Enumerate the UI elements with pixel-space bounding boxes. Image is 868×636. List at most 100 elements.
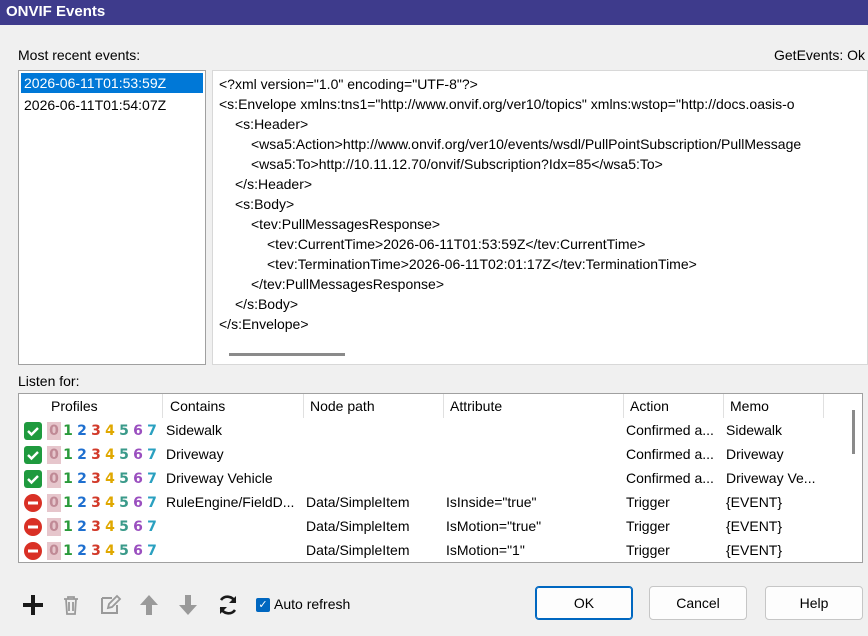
xml-line: <wsa5:Action>http://www.onvif.org/ver10/… [251,136,802,152]
profile-digit[interactable]: 6 [131,494,145,512]
profile-digit[interactable]: 3 [89,494,103,512]
cell-action: Trigger [626,518,670,534]
profile-digit[interactable]: 7 [145,470,159,488]
profile-digit[interactable]: 0 [47,542,61,560]
profile-digit[interactable]: 6 [131,422,145,440]
profile-digit[interactable]: 0 [47,518,61,536]
profile-digit[interactable]: 5 [117,470,131,488]
profile-digit[interactable]: 0 [47,470,61,488]
status-text: GetEvents: Ok [774,47,866,63]
column-header-attribute[interactable]: Attribute [444,394,624,418]
stop-icon[interactable] [24,518,42,536]
vertical-scrollbar[interactable] [852,410,855,454]
table-row[interactable]: 0 1 2 3 4 5 6 7 RuleEngine/FieldD... Data/SimpleI… [19,490,849,514]
profile-digit[interactable]: 3 [89,422,103,440]
delete-button[interactable] [56,590,86,620]
profile-digit[interactable]: 1 [61,446,75,464]
table-row[interactable]: 0 1 2 3 4 5 6 7 Data/SimpleItem IsMotion="1" Trigg… [19,538,849,562]
profile-digit[interactable]: 6 [131,470,145,488]
profile-digit[interactable]: 3 [89,542,103,560]
profile-digit[interactable]: 4 [103,422,117,440]
profile-digit[interactable]: 2 [75,494,89,512]
profile-digit[interactable]: 3 [89,446,103,464]
move-up-button[interactable] [134,590,164,620]
move-down-button[interactable] [173,590,203,620]
profile-digit[interactable]: 3 [89,518,103,536]
column-header-action[interactable]: Action [624,394,724,418]
event-list-item[interactable]: 2026-06-11T01:54:07Z [21,95,203,115]
cell-node-path [306,442,442,466]
profile-digits[interactable]: 01234567 [47,542,159,560]
ok-button[interactable]: OK [535,586,633,620]
profile-digit[interactable]: 2 [75,422,89,440]
profile-digit[interactable]: 0 [47,446,61,464]
profile-digit[interactable]: 5 [117,542,131,560]
profile-digits[interactable]: 01234567 [47,446,159,464]
listen-table[interactable]: Profiles Contains Node path Attribute Ac… [18,393,863,563]
profile-digit[interactable]: 7 [145,446,159,464]
event-list-item[interactable]: 2026-06-11T01:53:59Z [21,73,203,93]
profile-digit[interactable]: 6 [131,518,145,536]
cell-node-path [306,466,442,490]
column-header-contains[interactable]: Contains [164,394,304,418]
profile-digit[interactable]: 2 [75,518,89,536]
add-button[interactable] [18,590,48,620]
listen-for-label: Listen for: [18,373,80,389]
help-button[interactable]: Help [765,586,863,620]
profile-digit[interactable]: 2 [75,470,89,488]
table-row[interactable]: 0 1 2 3 4 5 6 7 Sidewalk Confirmed a... Sidewalk [19,418,849,442]
profile-digit[interactable]: 4 [103,470,117,488]
xml-line: <s:Envelope xmlns:tns1="http://www.onvif… [219,96,795,112]
column-header-profiles[interactable]: Profiles [45,394,163,418]
checkmark-icon[interactable] [24,446,42,464]
profile-digit[interactable]: 0 [47,494,61,512]
profile-digit[interactable]: 1 [61,494,75,512]
xml-line: </tev:PullMessagesResponse> [251,276,444,292]
profile-digit[interactable]: 7 [145,422,159,440]
profile-digit[interactable]: 4 [103,446,117,464]
column-header-node-path[interactable]: Node path [304,394,444,418]
refresh-button[interactable] [213,590,243,620]
profile-digits[interactable]: 01234567 [47,494,159,512]
profile-digit[interactable]: 7 [145,518,159,536]
auto-refresh-checkbox[interactable]: ✓ [256,598,270,612]
stop-icon[interactable] [24,542,42,560]
profile-digit[interactable]: 7 [145,494,159,512]
horizontal-scrollbar[interactable] [229,353,345,356]
profile-digit[interactable]: 1 [61,542,75,560]
profile-digit[interactable]: 4 [103,542,117,560]
table-row[interactable]: 0 1 2 3 4 5 6 7 Driveway Vehicle Confirmed a... Dr… [19,466,849,490]
checkmark-icon[interactable] [24,470,42,488]
column-header-memo[interactable]: Memo [724,394,824,418]
profile-digit[interactable]: 5 [117,494,131,512]
profile-digit[interactable]: 7 [145,542,159,560]
profile-digit[interactable]: 6 [131,446,145,464]
profile-digit[interactable]: 0 [47,422,61,440]
profile-digit[interactable]: 4 [103,518,117,536]
auto-refresh-label[interactable]: Auto refresh [274,596,350,612]
table-row[interactable]: 0 1 2 3 4 5 6 7 Driveway Confirmed a... Driveway [19,442,849,466]
profile-digit[interactable]: 5 [117,422,131,440]
xml-viewer[interactable]: <?xml version="1.0" encoding="UTF-8"?> <s… [212,70,868,365]
profile-digit[interactable]: 5 [117,518,131,536]
table-row[interactable]: 0 1 2 3 4 5 6 7 Data/SimpleItem IsMotion="true" Tr… [19,514,849,538]
profile-digit[interactable]: 5 [117,446,131,464]
cell-attribute [446,442,622,466]
cancel-button[interactable]: Cancel [649,586,747,620]
profile-digit[interactable]: 1 [61,518,75,536]
profile-digit[interactable]: 1 [61,470,75,488]
xml-line: </s:Body> [235,296,299,312]
stop-icon[interactable] [24,494,42,512]
edit-button[interactable] [95,590,125,620]
profile-digit[interactable]: 1 [61,422,75,440]
profile-digits[interactable]: 01234567 [47,518,159,536]
recent-events-list[interactable]: 2026-06-11T01:53:59Z 2026-06-11T01:54:07Z [18,70,206,365]
checkmark-icon[interactable] [24,422,42,440]
profile-digit[interactable]: 2 [75,446,89,464]
profile-digit[interactable]: 3 [89,470,103,488]
profile-digits[interactable]: 01234567 [47,470,159,488]
profile-digit[interactable]: 2 [75,542,89,560]
profile-digits[interactable]: 01234567 [47,422,159,440]
profile-digit[interactable]: 6 [131,542,145,560]
profile-digit[interactable]: 4 [103,494,117,512]
